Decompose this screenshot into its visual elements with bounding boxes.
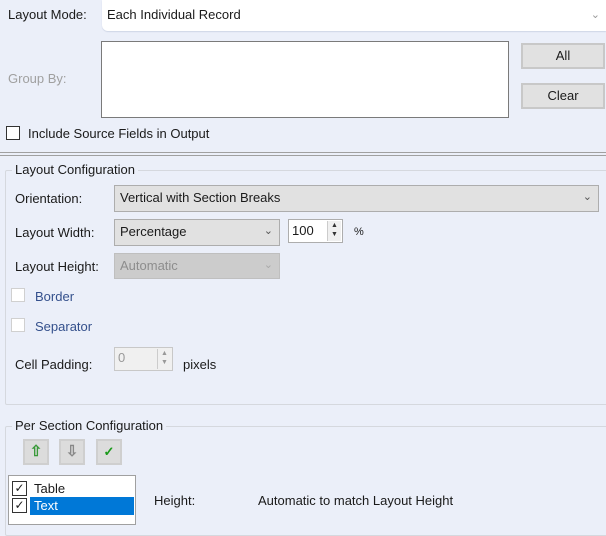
section-list[interactable]: ✓ Table ✓ Text — [8, 475, 136, 525]
group-by-list[interactable] — [101, 41, 509, 118]
divider — [0, 152, 606, 156]
layout-height-dropdown[interactable]: Automatic ⌄ — [114, 253, 280, 279]
separator-label: Separator — [35, 319, 93, 334]
chevron-down-icon: ⌄ — [263, 259, 273, 271]
clear-button[interactable]: Clear — [521, 83, 605, 109]
checkmark-icon: ✓ — [103, 444, 115, 459]
layout-width-mode: Percentage — [120, 224, 187, 239]
layout-width-dropdown[interactable]: Percentage ⌄ — [114, 219, 280, 246]
move-up-button[interactable]: ⇧ — [23, 439, 49, 465]
all-button[interactable]: All — [521, 43, 605, 69]
include-source-label: Include Source Fields in Output — [28, 126, 210, 141]
checkbox-checked-icon[interactable]: ✓ — [12, 481, 27, 496]
cell-padding-label: Cell Padding: — [15, 357, 93, 372]
layout-mode-label: Layout Mode: — [8, 7, 87, 22]
orientation-dropdown[interactable]: Vertical with Section Breaks ⌄ — [114, 185, 599, 212]
layout-height-value: Automatic — [120, 258, 178, 273]
layout-width-value: 100 — [292, 223, 314, 238]
separator-checkbox[interactable] — [11, 318, 25, 332]
border-checkbox[interactable] — [11, 288, 25, 302]
chevron-down-icon: ⌄ — [263, 225, 273, 237]
per-section-configuration-legend: Per Section Configuration — [12, 418, 167, 433]
layout-mode-dropdown[interactable]: Each Individual Record ⌄ — [102, 0, 606, 31]
layout-mode-value: Each Individual Record — [107, 7, 241, 22]
layout-width-spinner[interactable]: 100 ▲ ▼ — [288, 219, 343, 243]
cell-padding-spinner[interactable]: 0 ▲ ▼ — [114, 347, 173, 371]
checkbox-checked-icon[interactable]: ✓ — [12, 498, 27, 513]
list-item-label: Table — [34, 481, 66, 496]
list-item[interactable]: ✓ Table — [11, 479, 133, 497]
cell-padding-value: 0 — [118, 350, 126, 365]
chevron-down-icon: ⌄ — [590, 9, 600, 21]
cell-padding-unit: pixels — [183, 357, 217, 372]
check-button[interactable]: ✓ — [96, 439, 122, 465]
spinner-arrows-icon[interactable]: ▲ ▼ — [157, 349, 171, 369]
move-down-button[interactable]: ⇩ — [59, 439, 85, 465]
chevron-down-icon: ⌄ — [582, 191, 592, 203]
orientation-value: Vertical with Section Breaks — [120, 190, 281, 205]
height-label: Height: — [154, 493, 196, 508]
include-source-checkbox[interactable] — [6, 126, 20, 140]
border-label: Border — [35, 289, 75, 304]
spinner-arrows-icon[interactable]: ▲ ▼ — [327, 221, 341, 241]
arrow-up-icon: ⇧ — [29, 443, 43, 460]
height-value: Automatic to match Layout Height — [258, 493, 454, 508]
list-item-label: Text — [34, 498, 58, 513]
layout-configuration-legend: Layout Configuration — [12, 162, 138, 177]
width-unit: % — [354, 226, 364, 238]
layout-width-label: Layout Width: — [15, 225, 95, 240]
layout-height-label: Layout Height: — [15, 259, 99, 274]
list-item[interactable]: ✓ Text — [11, 497, 134, 515]
group-by-label: Group By: — [8, 71, 67, 86]
list-item-selected: Text — [30, 497, 134, 515]
orientation-label: Orientation: — [15, 191, 83, 206]
arrow-down-icon: ⇩ — [65, 443, 79, 460]
